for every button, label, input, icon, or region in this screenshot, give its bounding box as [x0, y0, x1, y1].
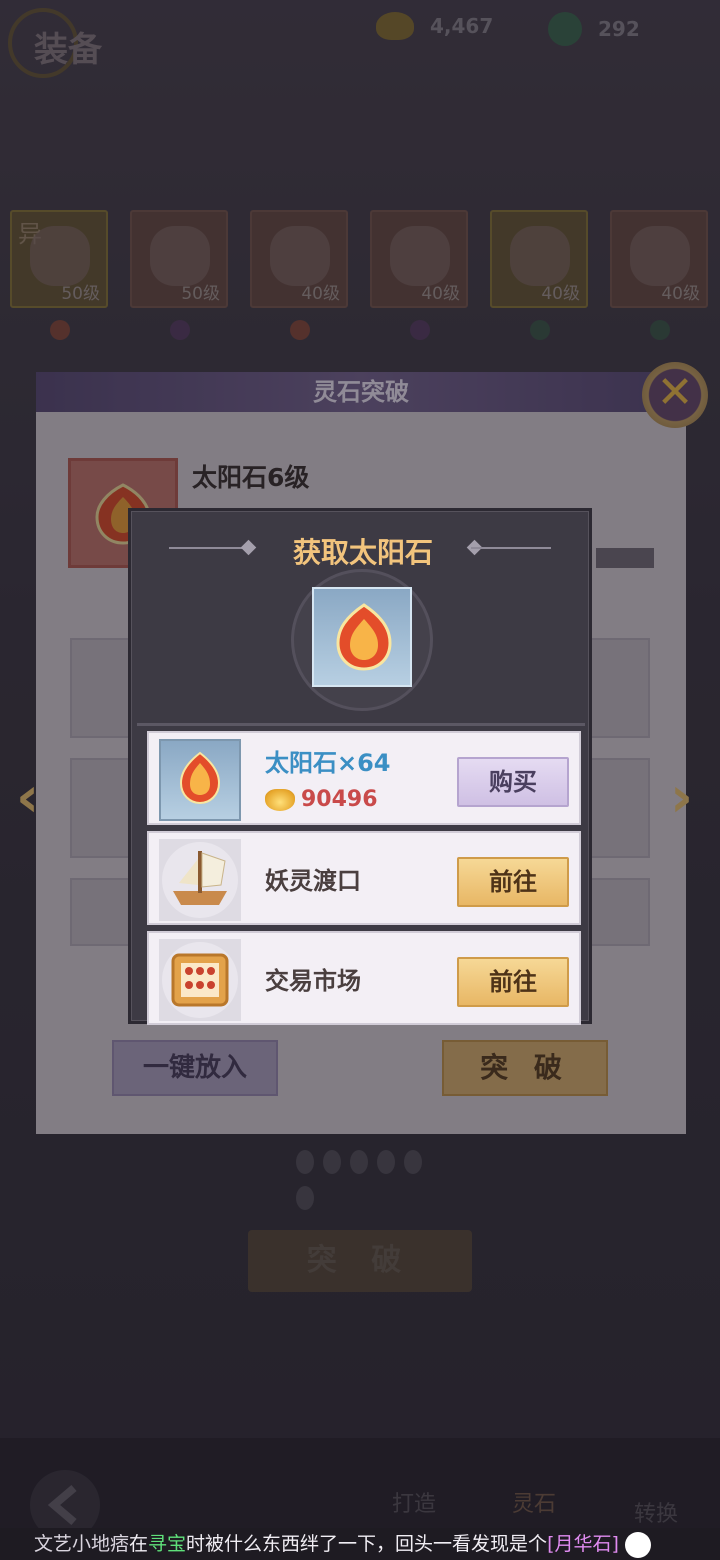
- gem-socket-icon: [170, 320, 190, 340]
- goto-button[interactable]: 前往: [457, 957, 569, 1007]
- jade-coin-icon: [548, 12, 582, 46]
- exp-bar: [596, 548, 654, 568]
- equipment-level: 40级: [661, 284, 700, 304]
- next-arrow-icon[interactable]: ›: [670, 770, 710, 826]
- popup-title: 获取太阳石: [292, 536, 433, 569]
- helmet-icon: [270, 226, 330, 286]
- sun-stone-preview: [312, 587, 412, 687]
- equipment-level: 50级: [61, 284, 100, 304]
- nav-item-convert[interactable]: 转换: [634, 1496, 678, 1528]
- currency-jade: 292: [548, 12, 640, 46]
- acquire-sun-stone-popup: 获取太阳石 太阳石×64 90496 购买 妖灵渡口 前往 交易市场 前往: [128, 508, 592, 1025]
- background-break-button: 突 破: [248, 1230, 472, 1292]
- popup-divider: [137, 723, 585, 726]
- gem-socket-icon: [530, 320, 550, 340]
- broadcast-item: [月华石]: [547, 1533, 619, 1555]
- source-price: 90496: [265, 787, 378, 812]
- title-divider: [471, 547, 551, 549]
- close-icon[interactable]: ✕: [642, 362, 708, 428]
- sun-stone-icon: [179, 751, 221, 805]
- buy-button[interactable]: 购买: [457, 757, 569, 807]
- boots-icon: [630, 226, 690, 286]
- gem-socket-icon: [410, 320, 430, 340]
- source-icon: [159, 939, 241, 1021]
- abacus-icon: [162, 942, 238, 1018]
- currency-gold: 4,467: [376, 12, 493, 40]
- bracelet-icon: [150, 226, 210, 286]
- page-title: 装备: [34, 30, 102, 70]
- nav-item-spirit-stone[interactable]: 灵石: [512, 1486, 556, 1518]
- auto-fill-button[interactable]: 一键放入: [112, 1040, 278, 1096]
- top-bar: 装备 4,467 292: [0, 0, 720, 80]
- system-broadcast: 文艺小地痞在寻宝时被什么东西绊了一下，回头一看发现是个[月华石]: [0, 1528, 720, 1560]
- broadcast-text: 在: [129, 1533, 149, 1555]
- equipment-slot[interactable]: 40级: [490, 210, 588, 308]
- currency-value: 292: [598, 17, 640, 41]
- equipment-level: 50级: [181, 284, 220, 304]
- equipment-slot[interactable]: 40级: [370, 210, 468, 308]
- equipment-level: 40级: [541, 284, 580, 304]
- page-dots: [295, 1150, 435, 1224]
- gem-socket-icon: [650, 320, 670, 340]
- bottom-nav: 打造 灵石 转换: [0, 1438, 720, 1528]
- equipment-slot[interactable]: 40级: [610, 210, 708, 308]
- sun-stone-icon: [336, 603, 392, 671]
- emoji-icon: [624, 1531, 651, 1558]
- ring-icon: [510, 226, 570, 286]
- prev-arrow-icon[interactable]: ‹: [16, 770, 56, 826]
- stone-name: 太阳石6级: [192, 463, 310, 492]
- equipment-slot[interactable]: 40级: [250, 210, 348, 308]
- broadcast-text: 时被什么东西绊了一下，回头一看发现是个: [186, 1533, 548, 1555]
- goto-button[interactable]: 前往: [457, 857, 569, 907]
- price-value: 90496: [301, 787, 378, 812]
- robe-icon: [390, 226, 450, 286]
- gem-socket-icon: [290, 320, 310, 340]
- nav-item-forge[interactable]: 打造: [392, 1486, 436, 1518]
- ship-icon: [162, 842, 238, 918]
- source-icon: [159, 839, 241, 921]
- equipment-slot[interactable]: 50级: [130, 210, 228, 308]
- source-icon: [159, 739, 241, 821]
- player-name: 文艺小地痞: [34, 1533, 130, 1555]
- equipment-slot[interactable]: 异 50级: [10, 210, 108, 308]
- gold-ingot-icon: [376, 12, 414, 40]
- equipment-row: 异 50级 50级 40级 40级 40级 40级: [10, 210, 710, 310]
- source-name: 妖灵渡口: [265, 867, 361, 895]
- break-button[interactable]: 突 破: [442, 1040, 608, 1096]
- source-row-market: 交易市场 前往: [147, 931, 581, 1025]
- gold-ingot-icon: [265, 788, 295, 811]
- equipment-level: 40级: [421, 284, 460, 304]
- equipment-level: 40级: [301, 284, 340, 304]
- broadcast-place: 寻宝: [148, 1533, 187, 1555]
- source-row-ferry: 妖灵渡口 前往: [147, 831, 581, 925]
- currency-value: 4,467: [430, 14, 494, 38]
- source-row-buy: 太阳石×64 90496 购买: [147, 731, 581, 825]
- source-name: 太阳石×64: [265, 749, 391, 777]
- gem-socket-icon: [50, 320, 70, 340]
- source-name: 交易市场: [265, 967, 361, 995]
- sword-icon: [30, 226, 90, 286]
- panel-title: 灵石突破: [36, 372, 686, 412]
